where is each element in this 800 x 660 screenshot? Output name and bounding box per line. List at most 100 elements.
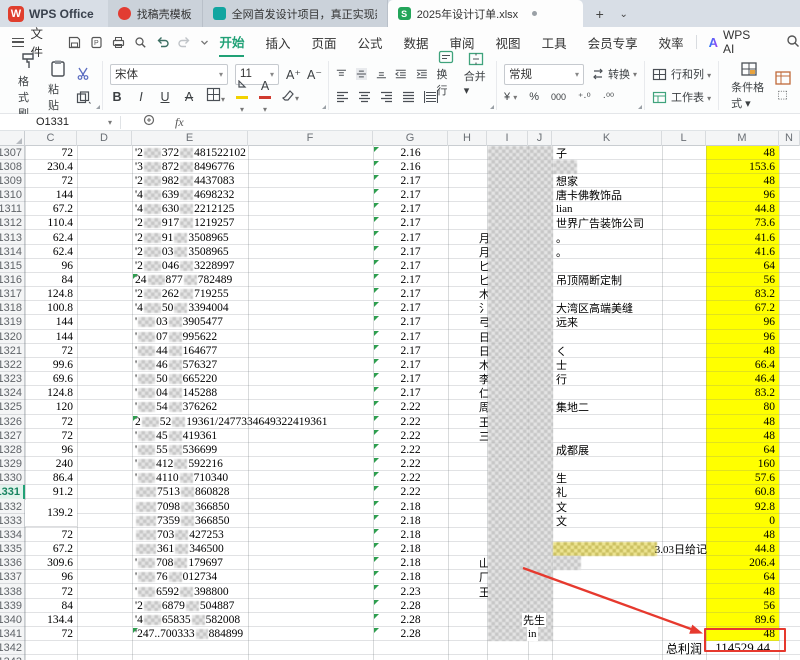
fill-color-button[interactable]: ▾ — [235, 77, 249, 117]
row-header-1318[interactable]: 1318 — [0, 301, 25, 315]
number-format-select[interactable]: 常规▾ — [504, 64, 584, 85]
row-header-1334[interactable]: 1334 — [0, 528, 25, 542]
column-header-I[interactable]: I — [487, 131, 528, 146]
save-icon[interactable] — [68, 36, 81, 49]
cell[interactable]: 96 — [706, 315, 779, 329]
cell[interactable]: 2.22 — [373, 443, 448, 457]
cell[interactable]: '45419361 — [132, 429, 217, 443]
row-header-1333[interactable]: 1333 — [0, 514, 25, 528]
row-header-1339[interactable]: 1339 — [0, 599, 25, 613]
cell[interactable]: 69.6 — [25, 372, 77, 386]
thousands-separator-button[interactable]: 000 — [551, 92, 566, 102]
cell[interactable]: '29824437083 — [132, 174, 234, 188]
cell[interactable]: 7513860828 — [132, 485, 230, 499]
align-bottom-icon[interactable] — [376, 68, 387, 80]
column-header-M[interactable]: M — [706, 131, 779, 146]
cell[interactable]: '708179697 — [132, 556, 223, 570]
cell[interactable]: 士 — [552, 358, 567, 372]
cell[interactable]: 84 — [25, 599, 77, 613]
row-header-1338[interactable]: 1338 — [0, 584, 25, 598]
column-header-C[interactable]: C — [25, 131, 77, 146]
cell[interactable]: 48 — [706, 174, 779, 188]
cell[interactable]: 124.8 — [25, 386, 77, 400]
menu-tab-formulas[interactable]: 公式 — [358, 27, 383, 57]
cell[interactable]: 48 — [706, 528, 779, 542]
cell[interactable]: '465835582008 — [132, 613, 240, 627]
cell[interactable]: 60.8 — [706, 485, 779, 499]
cell[interactable]: '2033508965 — [132, 245, 229, 259]
cell[interactable]: 72 — [25, 415, 77, 429]
cell[interactable]: 134.4 — [25, 613, 77, 627]
cell[interactable]: 2.17 — [373, 273, 448, 287]
row-header-1313[interactable]: 1313 — [0, 230, 25, 244]
cell[interactable]: '29171219257 — [132, 216, 234, 230]
cell[interactable]: 2.17 — [373, 301, 448, 315]
print-preview-icon[interactable] — [134, 36, 147, 49]
rows-columns-button[interactable]: 行和列 ▾ — [671, 66, 711, 82]
cell[interactable]: 96 — [25, 443, 77, 457]
row-header-1308[interactable]: 1308 — [0, 160, 25, 174]
cell[interactable]: 7359366850 — [132, 514, 230, 528]
cell[interactable]: 远来 — [552, 315, 578, 329]
cell[interactable]: 83.2 — [706, 287, 779, 301]
name-box[interactable]: O1331 ▾ — [0, 114, 120, 131]
cell[interactable]: 7098366850 — [132, 500, 230, 514]
more-commands-chevron-icon[interactable] — [200, 38, 209, 47]
cell[interactable]: 64 — [706, 570, 779, 584]
row-header-1328[interactable]: 1328 — [0, 443, 25, 457]
cell[interactable]: 礼 — [552, 485, 567, 499]
cell[interactable]: 2.17 — [373, 245, 448, 259]
cell[interactable]: 72 — [25, 429, 77, 443]
row-header-1309[interactable]: 1309 — [0, 174, 25, 188]
tab-list-chevron-icon[interactable]: ⌄ — [613, 3, 635, 25]
cell[interactable]: 2.17 — [373, 330, 448, 344]
column-header-G[interactable]: G — [373, 131, 448, 146]
strikethrough-button[interactable]: A — [182, 90, 196, 104]
insert-function-button[interactable]: fx — [175, 115, 184, 130]
column-header-K[interactable]: K — [552, 131, 662, 146]
cell[interactable]: 唐卡佛教饰品 — [552, 188, 622, 202]
menu-tab-insert[interactable]: 插入 — [265, 27, 290, 57]
undo-icon[interactable] — [156, 36, 169, 49]
cell[interactable]: 2.22 — [373, 400, 448, 414]
new-tab-button[interactable]: + — [589, 3, 611, 25]
column-header-N[interactable]: N — [779, 131, 800, 146]
cell[interactable]: '6592398800 — [132, 584, 229, 598]
cell[interactable]: '2913508965 — [132, 230, 229, 244]
cell[interactable]: 2.17 — [373, 287, 448, 301]
row-header-1329[interactable]: 1329 — [0, 457, 25, 471]
cell[interactable]: 48 — [706, 146, 779, 160]
tab-active-document[interactable]: S 2025年设计订单.xlsx — [388, 0, 583, 27]
cell[interactable]: 48 — [706, 344, 779, 358]
cell[interactable]: 2.18 — [373, 556, 448, 570]
row-header-1320[interactable]: 1320 — [0, 330, 25, 344]
paste-button[interactable]: 粘贴 — [43, 59, 73, 113]
row-header-1340[interactable]: 1340 — [0, 613, 25, 627]
increase-indent-icon[interactable] — [416, 68, 428, 80]
cell[interactable]: 2.28 — [373, 599, 448, 613]
cell[interactable]: 48 — [706, 584, 779, 598]
cell[interactable]: 144 — [25, 188, 77, 202]
row-header-1342[interactable]: 1342 — [0, 641, 25, 655]
decrease-indent-icon[interactable] — [395, 68, 407, 80]
cell[interactable]: 56 — [706, 273, 779, 287]
cell[interactable]: 2.17 — [373, 259, 448, 273]
dialog-launcher-icon[interactable] — [638, 105, 642, 109]
underline-button[interactable]: U — [158, 90, 172, 104]
cell[interactable]: 2.18 — [373, 528, 448, 542]
cell[interactable]: 64 — [706, 443, 779, 457]
row-header-1315[interactable]: 1315 — [0, 259, 25, 273]
italic-button[interactable]: I — [134, 90, 148, 104]
redo-icon[interactable] — [178, 36, 191, 49]
menu-tab-view[interactable]: 视图 — [496, 27, 521, 57]
cell[interactable]: 2.17 — [373, 216, 448, 230]
cell[interactable]: 2.17 — [373, 372, 448, 386]
menu-tab-efficiency[interactable]: 效率 — [659, 27, 684, 57]
cell[interactable]: '46302212125 — [132, 202, 234, 216]
cell[interactable]: 99.6 — [25, 358, 77, 372]
menu-tab-data[interactable]: 数据 — [404, 27, 429, 57]
cell[interactable]: lian — [552, 202, 573, 216]
cell[interactable]: 160 — [706, 457, 779, 471]
cell[interactable]: 41.6 — [706, 230, 779, 244]
cell[interactable]: 96 — [706, 330, 779, 344]
